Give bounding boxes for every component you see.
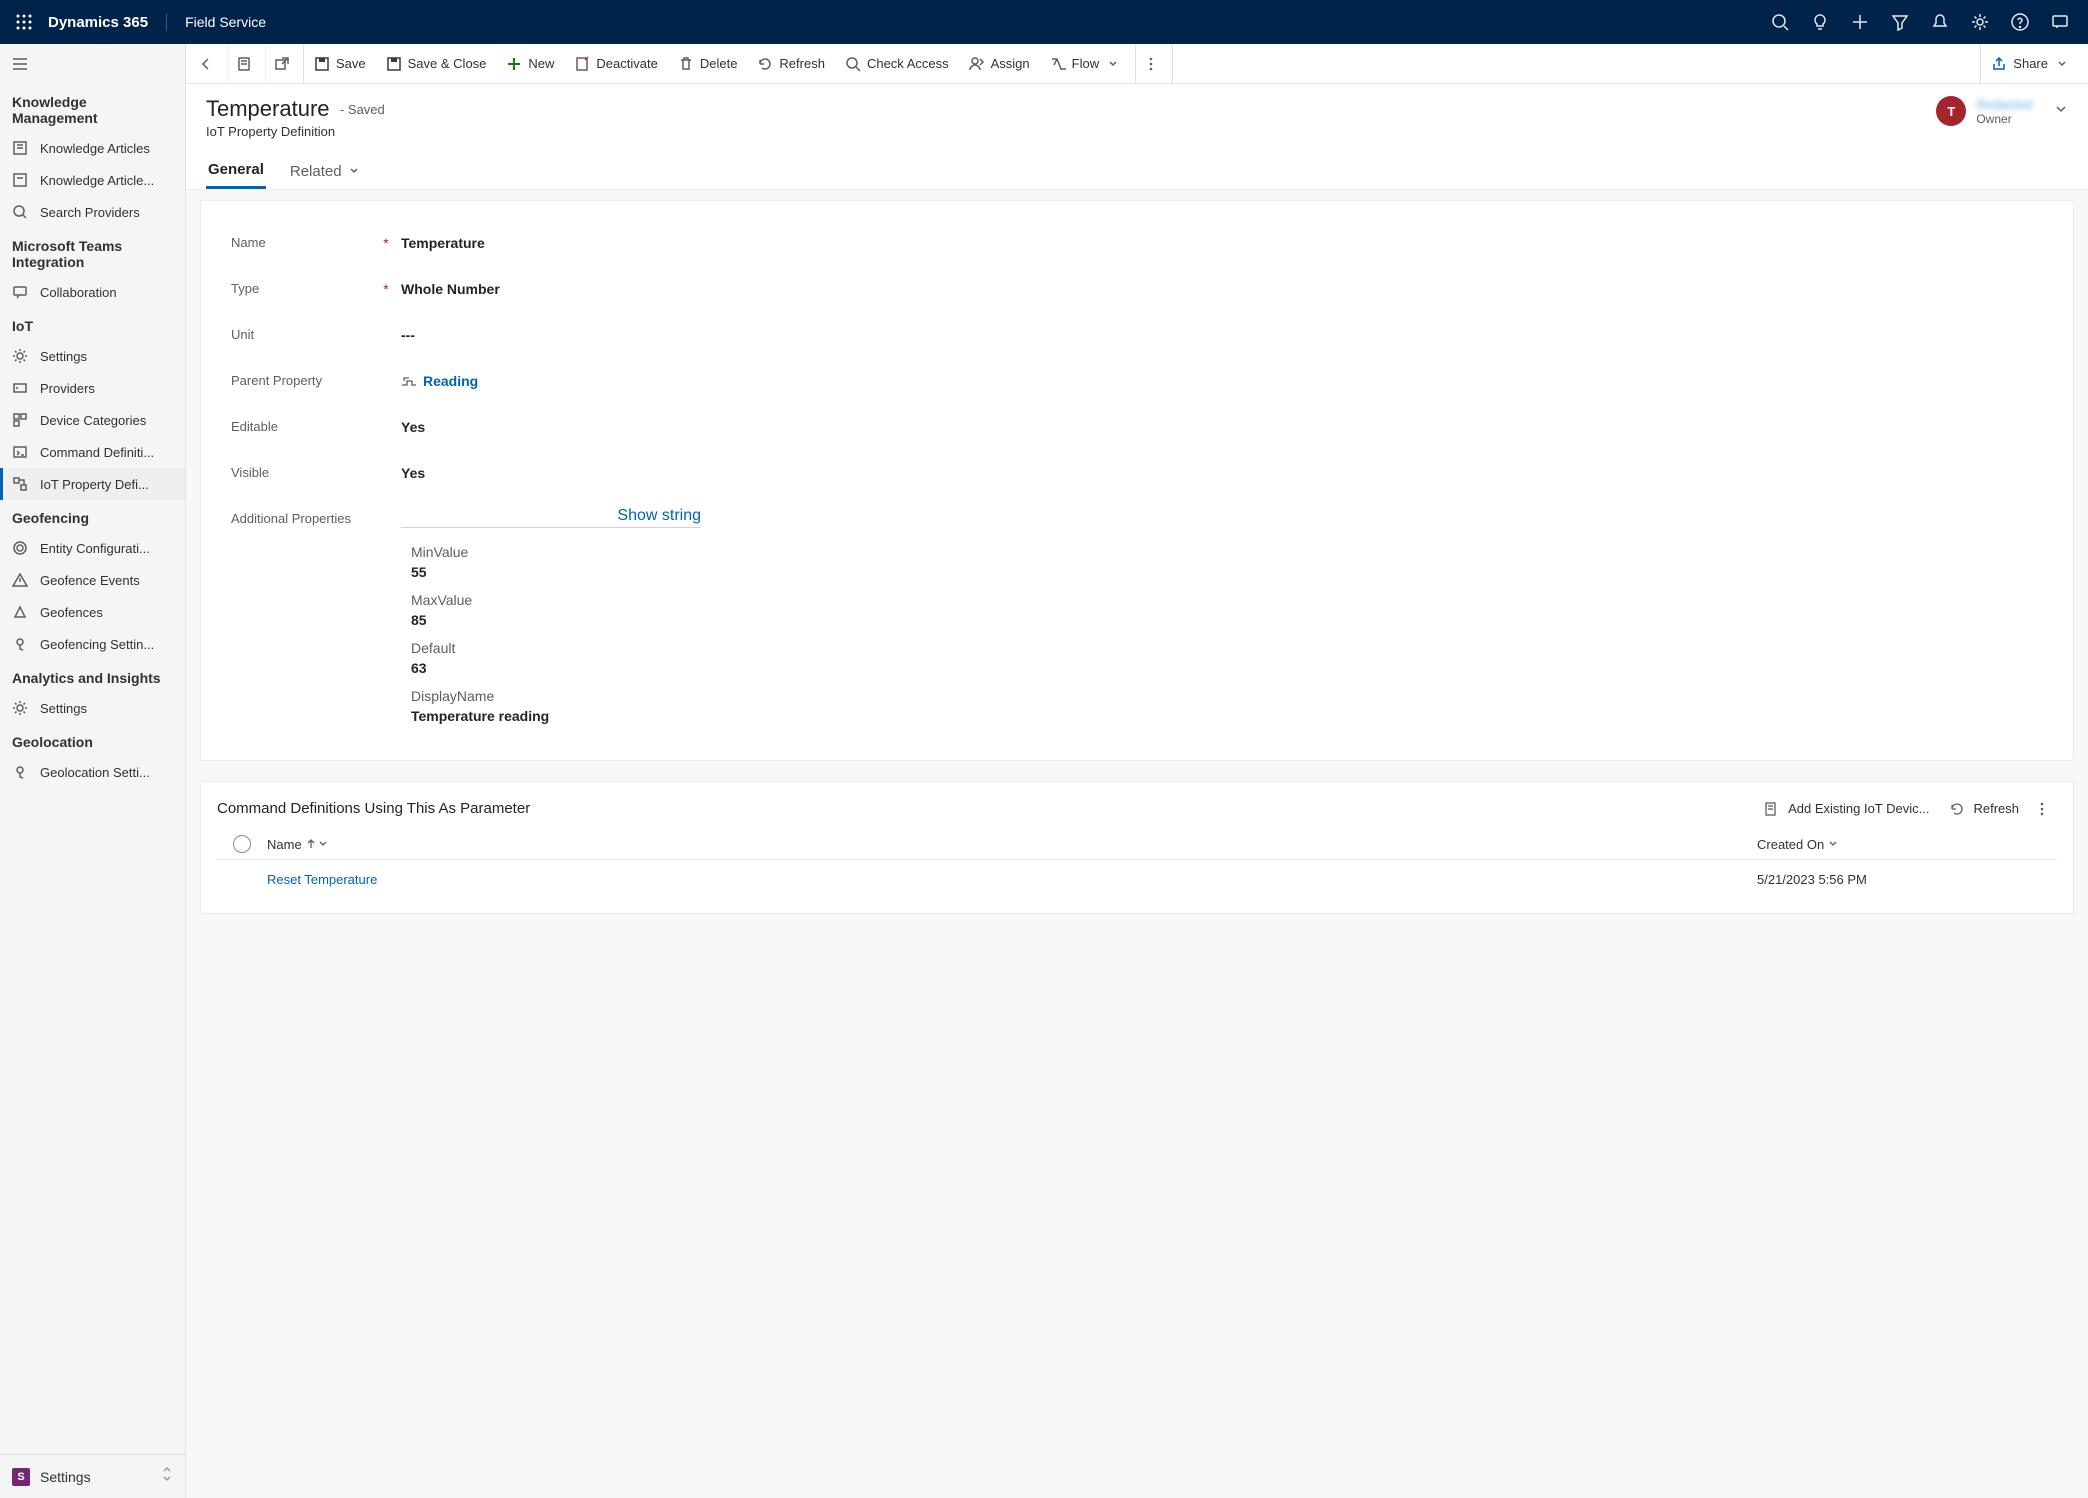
sidebar-toggle[interactable] (0, 44, 185, 84)
deactivate-button[interactable]: Deactivate (564, 44, 667, 84)
app-launcher-icon[interactable] (8, 6, 40, 38)
default-val[interactable]: 63 (411, 660, 2043, 676)
back-button[interactable] (190, 44, 228, 84)
minvalue-key: MinValue (411, 544, 2043, 560)
field-name[interactable]: Name * Temperature (231, 221, 2043, 267)
gear-icon[interactable] (1960, 2, 2000, 42)
lightbulb-icon[interactable] (1800, 2, 1840, 42)
sidebar-item[interactable]: Device Categories (0, 404, 185, 436)
chevron-down-icon[interactable] (2054, 102, 2068, 121)
module-name[interactable]: Field Service (167, 14, 266, 30)
sidebar-item[interactable]: Settings (0, 692, 185, 724)
sidebar-item[interactable]: Entity Configurati... (0, 532, 185, 564)
nav-group-title: IoT (0, 308, 185, 340)
maxvalue-key: MaxValue (411, 592, 2043, 608)
area-switcher[interactable]: S Settings (0, 1454, 185, 1498)
field-parent-property[interactable]: Parent Property Reading (231, 359, 2043, 405)
chevron-updown-icon (161, 1466, 173, 1487)
grid-header: Name Created On (217, 829, 2057, 860)
save-close-button[interactable]: Save & Close (376, 44, 497, 84)
owner-name: Redacted (1976, 97, 2032, 112)
field-visible[interactable]: Visible Yes (231, 451, 2043, 497)
plus-icon[interactable] (1840, 2, 1880, 42)
check-access-button[interactable]: Check Access (835, 44, 959, 84)
sidebar-item[interactable]: Settings (0, 340, 185, 372)
bell-icon[interactable] (1920, 2, 1960, 42)
field-unit[interactable]: Unit --- (231, 313, 2043, 359)
new-button[interactable]: New (496, 44, 564, 84)
col-created-on[interactable]: Created On (1757, 837, 2057, 852)
open-record-set-button[interactable] (228, 44, 266, 84)
nav-group-title: Knowledge Management (0, 84, 185, 132)
table-row[interactable]: Reset Temperature5/21/2023 5:56 PM (217, 860, 2057, 899)
sidebar-item[interactable]: Geofence Events (0, 564, 185, 596)
area-label: Settings (40, 1469, 91, 1485)
sidebar-item[interactable]: Knowledge Articles (0, 132, 185, 164)
add-existing-button[interactable]: Add Existing IoT Devic... (1764, 801, 1929, 817)
assistant-icon[interactable] (2040, 2, 2080, 42)
field-type[interactable]: Type * Whole Number (231, 267, 2043, 313)
sidebar-item[interactable]: Geofencing Settin... (0, 628, 185, 660)
sidebar-item[interactable]: IoT Property Defi... (0, 468, 185, 500)
popout-button[interactable] (266, 44, 304, 84)
record-status: - Saved (340, 102, 385, 117)
subgrid-refresh-button[interactable]: Refresh (1949, 801, 2019, 817)
record-entity-name: IoT Property Definition (206, 124, 385, 139)
sidebar: Knowledge ManagementKnowledge ArticlesKn… (0, 44, 186, 1498)
nav-group-title: Geofencing (0, 500, 185, 532)
search-icon[interactable] (1760, 2, 1800, 42)
record-header: Temperature - Saved IoT Property Definit… (186, 84, 2088, 190)
owner-label: Owner (1976, 112, 2032, 126)
overflow-button[interactable] (1135, 44, 1173, 84)
nav-group-title: Analytics and Insights (0, 660, 185, 692)
refresh-button[interactable]: Refresh (747, 44, 835, 84)
subgrid-title: Command Definitions Using This As Parame… (217, 800, 530, 817)
brand-name[interactable]: Dynamics 365 (48, 14, 167, 31)
owner-avatar: T (1936, 96, 1966, 126)
parent-link[interactable]: Reading (423, 373, 478, 389)
subgrid-card: Command Definitions Using This As Parame… (200, 781, 2074, 914)
main-area: Save Save & Close New Deactivate Delete … (186, 44, 2088, 1498)
sidebar-item[interactable]: Command Definiti... (0, 436, 185, 468)
nav-group-title: Geolocation (0, 724, 185, 756)
show-string-link[interactable]: Show string (617, 507, 701, 524)
assign-button[interactable]: Assign (959, 44, 1040, 84)
form-content: Name * Temperature Type * Whole Number U… (186, 190, 2088, 1498)
owner-block[interactable]: T Redacted Owner (1936, 96, 2068, 126)
global-header: Dynamics 365 Field Service (0, 0, 2088, 44)
form-tabs: General Related (206, 153, 2068, 189)
command-bar: Save Save & Close New Deactivate Delete … (186, 44, 2088, 84)
record-title: Temperature (206, 96, 330, 121)
displayname-val[interactable]: Temperature reading (411, 708, 2043, 724)
col-name[interactable]: Name (267, 837, 1757, 852)
select-all-checkbox[interactable] (217, 835, 267, 853)
delete-button[interactable]: Delete (668, 44, 748, 84)
sidebar-item[interactable]: Collaboration (0, 276, 185, 308)
sidebar-item[interactable]: Knowledge Article... (0, 164, 185, 196)
sidebar-item[interactable]: Search Providers (0, 196, 185, 228)
displayname-key: DisplayName (411, 688, 2043, 704)
maxvalue-val[interactable]: 85 (411, 612, 2043, 628)
sidebar-item[interactable]: Geofences (0, 596, 185, 628)
row-name-link[interactable]: Reset Temperature (267, 872, 377, 887)
help-icon[interactable] (2000, 2, 2040, 42)
field-additional-properties: Additional Properties Show string MinVal… (231, 497, 2043, 734)
tab-related[interactable]: Related (288, 153, 362, 189)
filter-icon[interactable] (1880, 2, 1920, 42)
sidebar-item[interactable]: Providers (0, 372, 185, 404)
field-editable[interactable]: Editable Yes (231, 405, 2043, 451)
nav-group-title: Microsoft Teams Integration (0, 228, 185, 276)
tab-general[interactable]: General (206, 153, 266, 189)
subgrid-overflow-button[interactable] (2035, 801, 2057, 817)
form-card: Name * Temperature Type * Whole Number U… (200, 200, 2074, 761)
flow-button[interactable]: Flow (1040, 44, 1135, 84)
minvalue-val[interactable]: 55 (411, 564, 2043, 580)
default-key: Default (411, 640, 2043, 656)
sidebar-item[interactable]: Geolocation Setti... (0, 756, 185, 788)
save-button[interactable]: Save (304, 44, 376, 84)
share-button[interactable]: Share (1980, 44, 2084, 84)
area-initial: S (12, 1468, 30, 1486)
